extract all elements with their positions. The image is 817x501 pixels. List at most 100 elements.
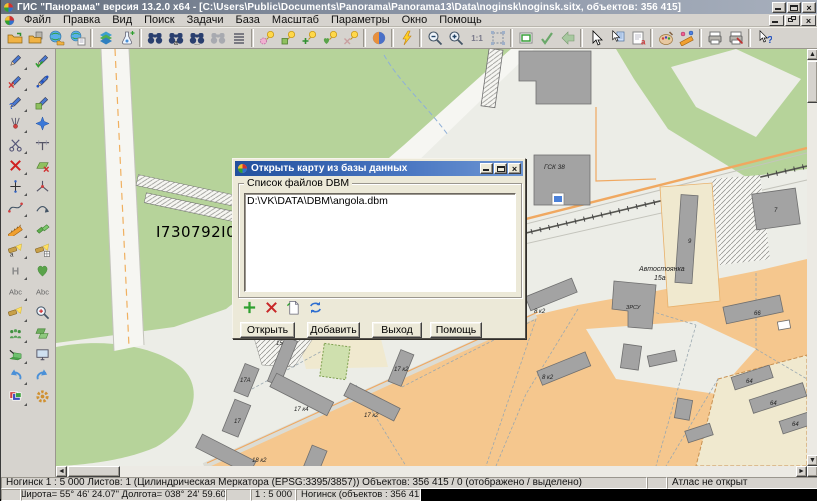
find-repeat-button[interactable] (207, 28, 228, 48)
title-bar[interactable]: ГИС "Панорама" версия 13.2.0 x64 - [C:\U… (1, 0, 817, 14)
fast-draw-button[interactable] (396, 28, 417, 48)
dbm-file-item[interactable]: D:\VK\DATA\DBM\angola.dbm (245, 194, 515, 208)
zoom-frame-button[interactable] (487, 28, 508, 48)
open-button[interactable]: Открыть (240, 322, 295, 338)
apply-check-button[interactable] (536, 28, 557, 48)
print-edit-button[interactable] (725, 28, 746, 48)
vertical-scrollbar[interactable]: ▲ ▼ (807, 49, 817, 466)
select-clear-button[interactable] (340, 28, 361, 48)
select-by-area-button[interactable] (256, 28, 277, 48)
copy-area-button[interactable] (29, 218, 55, 239)
text-h-button[interactable]: H (2, 260, 28, 281)
objects-list-button[interactable] (228, 28, 249, 48)
measure-ruler-button[interactable] (2, 218, 28, 239)
dialog-close-button[interactable]: × (508, 163, 521, 174)
delete-drawing-button[interactable] (2, 71, 28, 92)
move-object-button[interactable] (29, 113, 55, 134)
delete-object-button[interactable] (2, 155, 28, 176)
map-legend-button[interactable] (116, 28, 137, 48)
group-objects-button[interactable] (2, 323, 28, 344)
open-database-button[interactable] (25, 28, 46, 48)
highlight-object-button[interactable] (2, 302, 28, 323)
dialog-minimize-button[interactable] (480, 163, 493, 174)
open-map-button[interactable] (4, 28, 25, 48)
add-node-button[interactable] (2, 176, 28, 197)
redo-button[interactable] (29, 365, 55, 386)
exit-button[interactable]: Выход (372, 322, 422, 338)
highlight-grid-button[interactable] (29, 239, 55, 260)
scroll-right-button[interactable]: ► (796, 466, 807, 477)
edit-nodes-button[interactable] (29, 71, 55, 92)
scroll-up-button[interactable]: ▲ (807, 49, 817, 60)
create-database-button[interactable] (285, 299, 302, 315)
find-by-name-button[interactable]: a (165, 28, 186, 48)
menu-файл[interactable]: Файл (18, 14, 57, 27)
context-help-button[interactable]: ? (753, 28, 774, 48)
minimize-button[interactable] (772, 2, 786, 13)
add-button[interactable]: Добавить (307, 322, 360, 338)
dialog-title-bar[interactable]: Открыть карту из базы данных × (235, 161, 523, 176)
select-by-object-button[interactable] (319, 28, 340, 48)
close-button[interactable]: × (802, 2, 816, 13)
edit-tools-button[interactable] (2, 113, 28, 134)
text-abc-2-button[interactable]: Abc (29, 281, 55, 302)
zoom-in-button[interactable] (445, 28, 466, 48)
vertical-scroll-thumb[interactable] (807, 61, 817, 103)
go-back-button[interactable] (557, 28, 578, 48)
move-relief-button[interactable] (2, 344, 28, 365)
add-database-button[interactable] (241, 299, 258, 315)
find-advanced-button[interactable]: ... (186, 28, 207, 48)
print-button[interactable] (704, 28, 725, 48)
select-by-type-button[interactable] (277, 28, 298, 48)
menu-помощь[interactable]: Помощь (433, 14, 488, 27)
edit-contour-button[interactable] (29, 260, 55, 281)
open-project-button[interactable] (67, 28, 88, 48)
dbm-file-list[interactable]: D:\VK\DATA\DBM\angola.dbm (244, 193, 516, 292)
pointer-button[interactable] (585, 28, 606, 48)
horizontal-scroll-thumb[interactable] (68, 466, 120, 477)
edit-junction-button[interactable] (29, 134, 55, 155)
menu-поиск[interactable]: Поиск (138, 14, 180, 27)
object-select-info-button[interactable] (606, 28, 627, 48)
delete-area-button[interactable] (29, 155, 55, 176)
maps-stack-button[interactable] (29, 323, 55, 344)
view-3d-button[interactable] (368, 28, 389, 48)
open-geoportal-button[interactable] (46, 28, 67, 48)
menu-база[interactable]: База (230, 14, 266, 27)
horizontal-scrollbar[interactable]: ◄ ► (56, 466, 807, 477)
find-object-button[interactable] (144, 28, 165, 48)
settings-gear-button[interactable] (29, 386, 55, 407)
delete-database-button[interactable] (263, 299, 280, 315)
menu-параметры[interactable]: Параметры (325, 14, 396, 27)
create-object-button[interactable] (2, 50, 28, 71)
finish-object-button[interactable] (29, 50, 55, 71)
edit-arc-button[interactable] (29, 197, 55, 218)
object-attributes-button[interactable]: a (627, 28, 648, 48)
scroll-left-button[interactable]: ◄ (56, 466, 67, 477)
search-object-button[interactable] (29, 302, 55, 323)
menu-вид[interactable]: Вид (106, 14, 138, 27)
document-icon[interactable] (4, 15, 15, 26)
refresh-databases-button[interactable] (307, 299, 324, 315)
mdi-restore-button[interactable] (785, 15, 800, 26)
menu-окно[interactable]: Окно (396, 14, 434, 27)
map-overview-window-button[interactable] (515, 28, 536, 48)
help-button[interactable]: Помощь (430, 322, 482, 338)
menu-правка[interactable]: Правка (57, 14, 106, 27)
text-abc-button[interactable]: Abc (2, 281, 28, 302)
measure-distance-button[interactable] (676, 28, 697, 48)
select-add-button[interactable] (298, 28, 319, 48)
maximize-button[interactable] (787, 2, 801, 13)
link-nodes-button[interactable] (29, 176, 55, 197)
scroll-down-button[interactable]: ▼ (807, 455, 817, 466)
map-monitor-button[interactable] (29, 344, 55, 365)
object-help-button[interactable]: ? (2, 92, 28, 113)
scale-1-1-button[interactable]: 1:1 (466, 28, 487, 48)
zoom-out-button[interactable] (424, 28, 445, 48)
draw-style-button[interactable] (655, 28, 676, 48)
image-objects-button[interactable] (2, 386, 28, 407)
edit-area-button[interactable] (29, 92, 55, 113)
edit-spline-button[interactable] (2, 197, 28, 218)
menu-задачи[interactable]: Задачи (181, 14, 230, 27)
layers-list-button[interactable] (95, 28, 116, 48)
